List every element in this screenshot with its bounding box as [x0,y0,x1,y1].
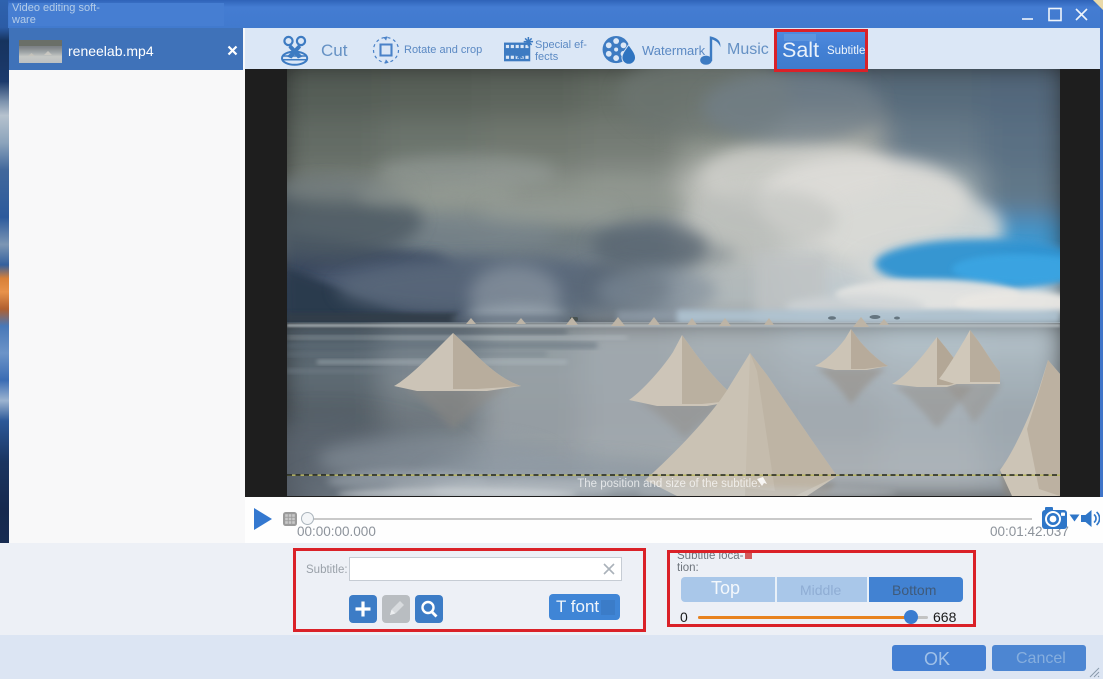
svg-text:The position and size of the s: The position and size of the subtitle. [577,478,760,490]
